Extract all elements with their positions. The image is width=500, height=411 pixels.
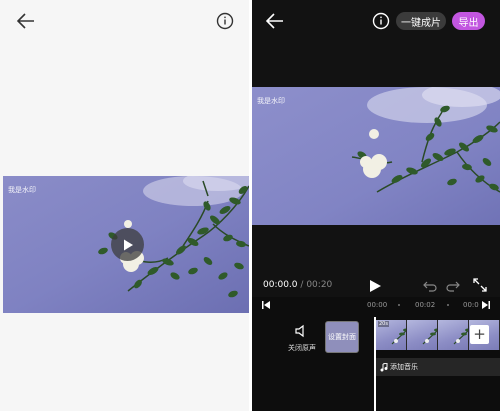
expand-icon[interactable] bbox=[472, 277, 488, 293]
play-icon bbox=[123, 239, 133, 250]
time-separator: / bbox=[300, 280, 304, 290]
watermark-text: 我是水印 bbox=[8, 186, 36, 194]
play-button[interactable] bbox=[111, 228, 144, 261]
video-preview[interactable]: 我是水印 bbox=[3, 176, 249, 313]
preview-screen: 我是水印 bbox=[0, 0, 249, 411]
video-frame-image bbox=[252, 87, 500, 225]
ruler-tick: 00:00 bbox=[367, 301, 388, 309]
ruler-dot bbox=[398, 304, 400, 306]
export-button[interactable]: 导出 bbox=[452, 12, 485, 30]
time-ruler: 00:00 00:02 00:0 bbox=[252, 297, 500, 313]
mute-original-label[interactable]: 关闭原声 bbox=[288, 343, 316, 353]
info-icon[interactable] bbox=[370, 10, 392, 32]
ruler-tick: 00:0 bbox=[463, 301, 479, 309]
thumbnail-image bbox=[391, 328, 406, 345]
back-arrow-icon[interactable] bbox=[14, 9, 38, 33]
back-arrow-icon[interactable] bbox=[263, 9, 287, 33]
video-editor-comparison: 我是水印 一键成片 导出 我是水印 00:00.0 / 00:20 00:00 … bbox=[0, 0, 500, 411]
add-music-track[interactable]: 添加音乐 bbox=[376, 358, 500, 376]
editor-screen: 一键成片 导出 我是水印 00:00.0 / 00:20 00:00 00:02… bbox=[252, 0, 500, 411]
jump-end-icon[interactable] bbox=[480, 299, 492, 311]
editor-video-preview[interactable]: 我是水印 bbox=[252, 87, 500, 225]
music-note-icon bbox=[380, 362, 388, 371]
clip-duration: 20s bbox=[378, 321, 389, 327]
current-time: 00:00.0 bbox=[263, 280, 298, 290]
set-cover-button[interactable]: 设置封面 bbox=[325, 321, 359, 353]
speaker-icon[interactable] bbox=[286, 322, 316, 340]
preview-top-bar bbox=[0, 0, 249, 40]
jump-start-icon[interactable] bbox=[260, 299, 272, 311]
add-music-label: 添加音乐 bbox=[390, 363, 418, 371]
info-icon[interactable] bbox=[213, 9, 237, 33]
playhead-cursor[interactable] bbox=[374, 317, 376, 411]
total-time: 00:20 bbox=[306, 280, 333, 290]
ruler-tick: 00:02 bbox=[415, 301, 436, 309]
playback-bar: 00:00.0 / 00:20 bbox=[252, 273, 500, 297]
thumbnail-image bbox=[453, 328, 468, 345]
add-clip-button[interactable]: + bbox=[470, 325, 489, 344]
play-icon[interactable] bbox=[366, 277, 384, 295]
one-click-create-button[interactable]: 一键成片 bbox=[396, 12, 446, 30]
thumbnail-image bbox=[422, 328, 437, 345]
clip-thumbnail[interactable] bbox=[407, 320, 438, 350]
timeline-panel[interactable]: 00:00 00:02 00:0 关闭原声 设置封面 20s + 添加音乐 bbox=[252, 297, 500, 411]
clip-thumbnail[interactable]: 20s bbox=[376, 320, 407, 350]
watermark-text: 我是水印 bbox=[257, 97, 285, 105]
redo-icon[interactable] bbox=[446, 279, 460, 293]
clip-thumbnail[interactable] bbox=[438, 320, 469, 350]
ruler-dot bbox=[447, 304, 449, 306]
time-display: 00:00.0 / 00:20 bbox=[263, 280, 332, 290]
undo-icon[interactable] bbox=[423, 279, 437, 293]
